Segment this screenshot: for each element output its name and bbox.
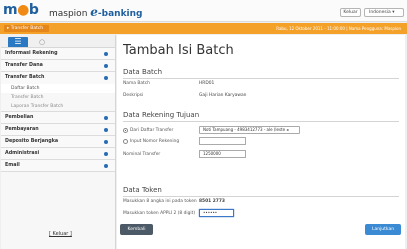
logout-button[interactable]: Keluar bbox=[340, 8, 361, 17]
back-button[interactable]: Kembali bbox=[120, 224, 153, 235]
sidebar-item-transfer-batch[interactable]: Transfer Batch bbox=[1, 72, 115, 84]
sidebar-subitem-transfer-batch[interactable]: Transfer Batch bbox=[1, 93, 115, 102]
transfer-list-select[interactable]: Noti Tampuang - 4983412773 - ale (leste … bbox=[199, 126, 300, 134]
sidebar-item-administrasi[interactable]: Administrasi bbox=[1, 148, 115, 160]
token-instruction-label: Masukkan 8 angka ini pada token bbox=[123, 199, 197, 204]
bullet-icon bbox=[104, 140, 108, 144]
radio-from-list-label: Dari Daftar Transfer bbox=[130, 128, 174, 133]
sidebar-item-deposito-berjangka[interactable]: Deposito Berjangka bbox=[1, 136, 115, 148]
sidebar-subitem-daftar-batch[interactable]: Daftar Batch bbox=[1, 84, 115, 93]
sidebar-item-informasi-rekening[interactable]: Informasi Rekening bbox=[1, 48, 115, 60]
divider bbox=[123, 121, 399, 122]
language-select[interactable]: Indonesia ▾ bbox=[364, 8, 404, 17]
section-heading-rekening-tujuan: Data Rekening Tujuan bbox=[123, 111, 200, 119]
breadcrumb[interactable]: ▸ Transfer Batch bbox=[4, 25, 49, 32]
bullet-icon bbox=[104, 76, 108, 80]
sidebar-item-transfer-dana[interactable]: Transfer Dana bbox=[1, 60, 115, 72]
sidebar-item-pembayaran[interactable]: Pembayaran bbox=[1, 124, 115, 136]
sidebar: ☰ ○ Informasi Rekening Transfer Dana Tra… bbox=[1, 35, 116, 249]
divider bbox=[123, 78, 399, 79]
account-number-input[interactable] bbox=[199, 137, 246, 145]
mob-logo: m●b bbox=[3, 2, 39, 18]
chevron-down-icon: ▾ bbox=[392, 10, 395, 15]
token-challenge-value: 8501 2773 bbox=[199, 199, 225, 204]
radio-input-account[interactable] bbox=[123, 139, 128, 144]
appli-token-input[interactable]: •••••• bbox=[199, 209, 234, 217]
nominal-transfer-label: Nominal Transfer bbox=[123, 152, 161, 157]
section-heading-data-batch: Data Batch bbox=[123, 68, 163, 76]
sidebar-logout-link[interactable]: [ Keluar ] bbox=[49, 231, 72, 237]
user-info: Rabu, 12 Oktober 2011 - 11:00:00 | Nama … bbox=[276, 26, 401, 31]
bullet-icon bbox=[104, 152, 108, 156]
sidebar-tabs: ☰ ○ bbox=[1, 35, 115, 48]
radio-from-list[interactable] bbox=[123, 128, 128, 133]
orange-status-bar: ▸ Transfer Batch Rabu, 12 Oktober 2011 -… bbox=[0, 23, 407, 34]
radio-input-account-label: Input Nomor Rekening bbox=[130, 139, 180, 144]
bullet-icon bbox=[104, 164, 108, 168]
sidebar-item-email[interactable]: Email bbox=[1, 160, 115, 172]
appli-token-label: Masukkan token APPLI 2 (8 digit) bbox=[123, 211, 196, 216]
main-content: Tambah Isi Batch Data Batch Nama Batch H… bbox=[117, 35, 405, 249]
bullet-icon bbox=[104, 116, 108, 120]
divider bbox=[123, 196, 399, 197]
bullet-icon bbox=[104, 52, 108, 56]
sidebar-subitem-laporan-transfer-batch[interactable]: Laporan Transfer Batch bbox=[1, 102, 115, 112]
page-title: Tambah Isi Batch bbox=[123, 43, 234, 58]
menu-tab-icon[interactable]: ☰ bbox=[8, 37, 28, 47]
batch-name-label: Nama Batch bbox=[123, 81, 150, 86]
description-value: Gaji Harian Karyawan bbox=[199, 93, 247, 98]
section-heading-data-token: Data Token bbox=[123, 186, 162, 194]
nominal-transfer-input[interactable]: 1250000 bbox=[199, 150, 246, 158]
favorite-tab-icon[interactable]: ○ bbox=[32, 38, 52, 47]
batch-name-value: HRD01 bbox=[199, 81, 215, 86]
app-header: m●b maspion e-banking Keluar Indonesia ▾ bbox=[0, 0, 407, 22]
bullet-icon bbox=[104, 128, 108, 132]
browser-frame: m●b maspion e-banking Keluar Indonesia ▾… bbox=[0, 0, 407, 249]
bullet-icon bbox=[104, 64, 108, 68]
description-label: Deskripsi bbox=[123, 93, 144, 98]
sidebar-item-pembelian[interactable]: Pembelian bbox=[1, 112, 115, 124]
continue-button[interactable]: Lanjutkan bbox=[365, 224, 401, 235]
app-name: maspion e-banking bbox=[49, 5, 143, 19]
